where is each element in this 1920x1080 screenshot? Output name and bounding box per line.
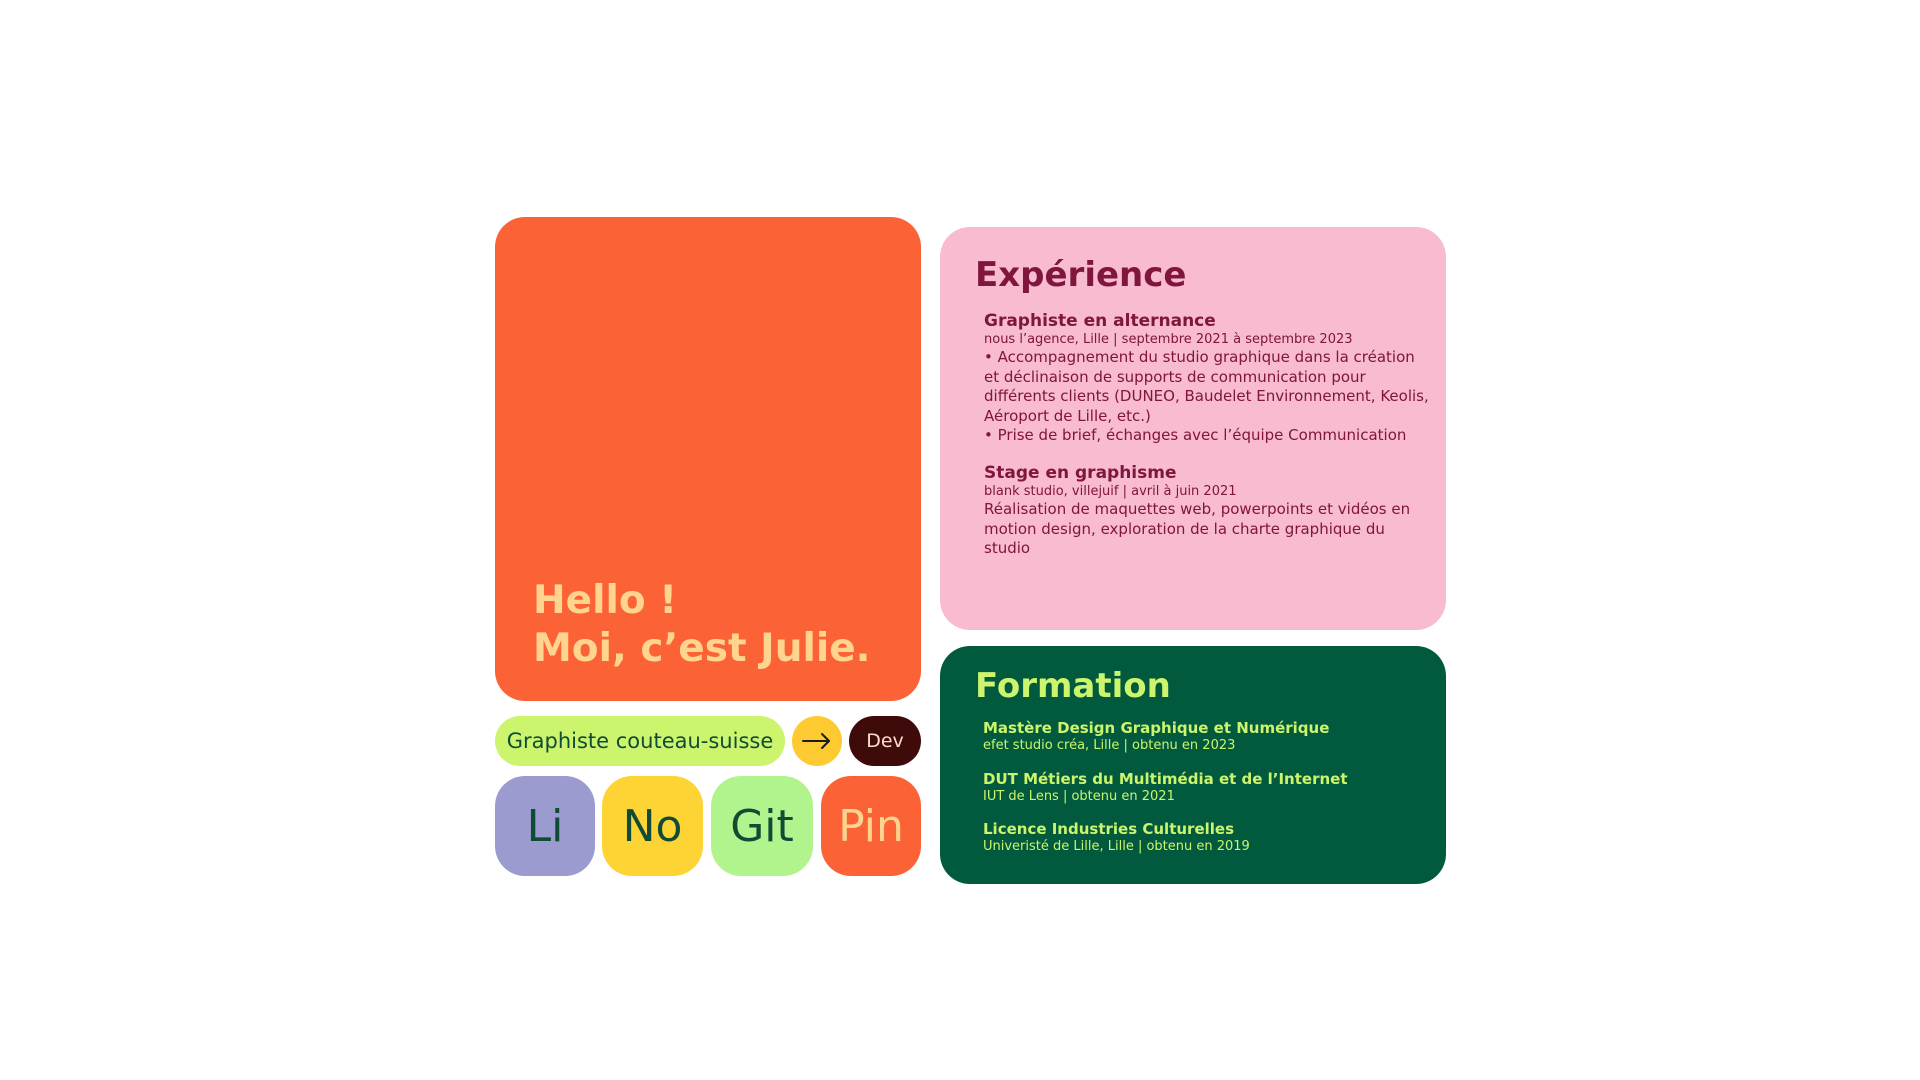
tag-graphiste: Graphiste couteau-suisse [495, 716, 785, 766]
hero-line-1: Hello ! [533, 578, 677, 623]
formation-item: Mastère Design Graphique et Numérique ef… [983, 719, 1433, 754]
hero-line-2: Moi, c’est Julie. [533, 626, 871, 671]
formation-meta: efet studio créa, Lille | obtenu en 2023 [983, 738, 1236, 753]
hero-greeting: Hello ! Moi, c’est Julie. [533, 577, 870, 673]
formation-card: Formation Mastère Design Graphique et Nu… [940, 646, 1446, 884]
arrow-button[interactable] [792, 716, 842, 766]
experience-role: Graphiste en alternance [984, 311, 1216, 331]
tag-dev[interactable]: Dev [849, 716, 921, 766]
formation-degree: Mastère Design Graphique et Numérique [983, 719, 1330, 737]
github-tile[interactable]: Git [711, 776, 813, 876]
formation-title: Formation [975, 666, 1171, 706]
experience-line: différents clients (DUNEO, Baudelet Envi… [984, 387, 1429, 405]
experience-description: • Accompagnement du studio graphique dan… [984, 348, 1434, 446]
experience-title: Expérience [975, 255, 1187, 295]
experience-line: • Accompagnement du studio graphique dan… [984, 348, 1415, 366]
formation-degree: DUT Métiers du Multimédia et de l’Intern… [983, 770, 1348, 788]
experience-meta: blank studio, villejuif | avril à juin 2… [984, 484, 1237, 499]
formation-meta: IUT de Lens | obtenu en 2021 [983, 789, 1175, 804]
experience-meta: nous l’agence, Lille | septembre 2021 à … [984, 332, 1353, 347]
pinterest-tile[interactable]: Pin [821, 776, 921, 876]
formation-degree: Licence Industries Culturelles [983, 820, 1235, 838]
experience-card: Expérience Graphiste en alternance nous … [940, 227, 1446, 630]
experience-item: Graphiste en alternance nous l’agence, L… [984, 311, 1434, 446]
linkedin-tile[interactable]: Li [495, 776, 595, 876]
experience-role: Stage en graphisme [984, 463, 1177, 483]
experience-line: • Prise de brief, échanges avec l’équipe… [984, 426, 1407, 444]
experience-description: Réalisation de maquettes web, powerpoint… [984, 500, 1434, 559]
experience-line: Réalisation de maquettes web, powerpoint… [984, 500, 1411, 518]
experience-line: Aéroport de Lille, etc.) [984, 406, 1151, 425]
formation-item: Licence Industries Culturelles Univerist… [983, 820, 1433, 855]
formation-item: DUT Métiers du Multimédia et de l’Intern… [983, 770, 1433, 805]
experience-line: et déclinaison de supports de communicat… [984, 367, 1366, 386]
experience-item: Stage en graphisme blank studio, villeju… [984, 463, 1434, 559]
arrow-right-icon [802, 733, 830, 749]
experience-line: motion design, exploration de la charte … [984, 519, 1385, 558]
hero-card: Hello ! Moi, c’est Julie. [495, 217, 921, 701]
formation-meta: Univeristé de Lille, Lille | obtenu en 2… [983, 839, 1250, 854]
notion-tile[interactable]: No [602, 776, 703, 876]
